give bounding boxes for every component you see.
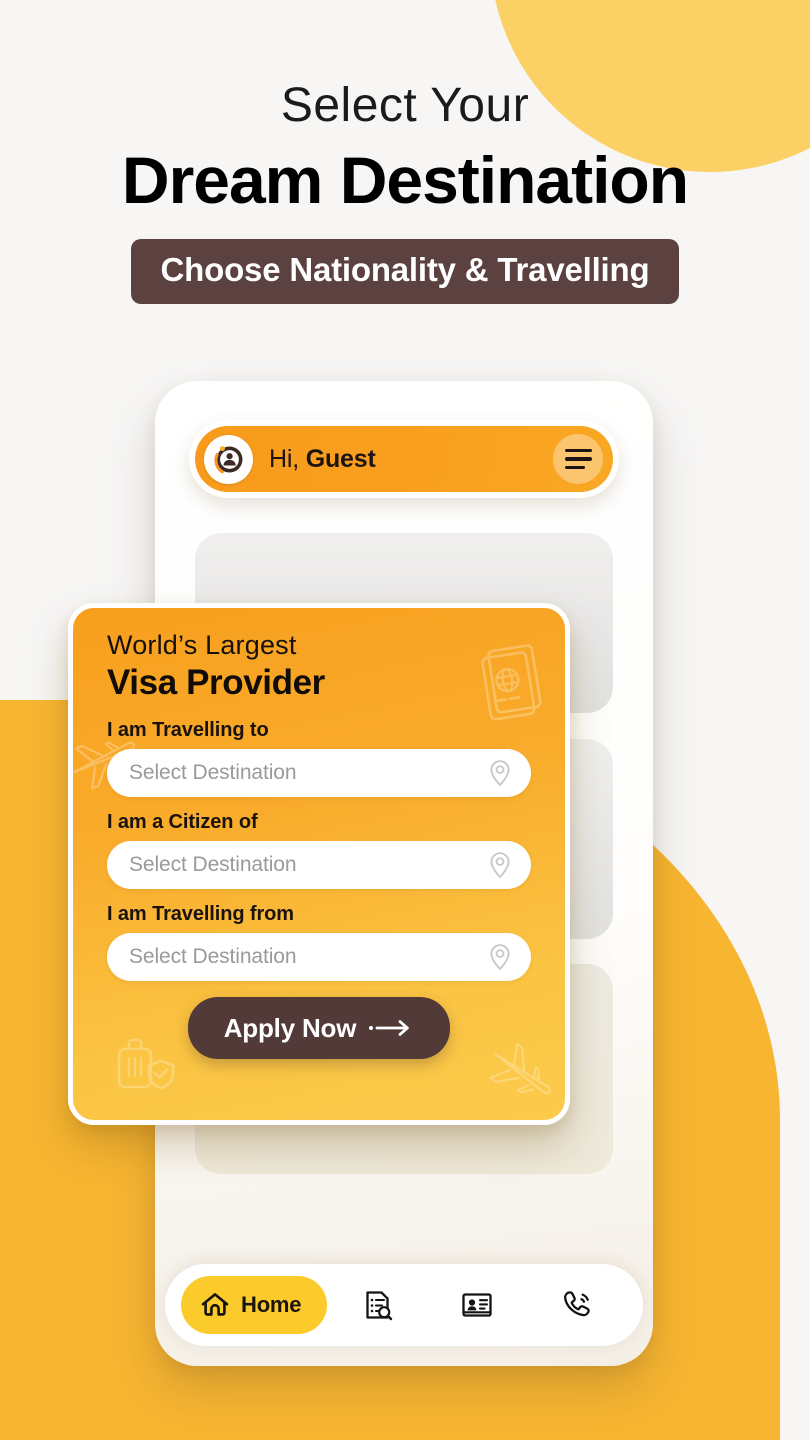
page-title: Dream Destination bbox=[121, 143, 689, 217]
nav-item-home-label: Home bbox=[241, 1292, 302, 1317]
nav-item-home[interactable]: Home bbox=[181, 1276, 328, 1334]
dash-arrow-right-icon bbox=[369, 1020, 410, 1036]
nav-item-applications[interactable] bbox=[327, 1288, 427, 1322]
greeting-text: Hi, Guest bbox=[269, 445, 376, 474]
document-search-icon bbox=[366, 1291, 393, 1321]
visa-form-card: World’s Largest Visa Provider I am Trave… bbox=[68, 603, 570, 1125]
app-header: Hi, Guest bbox=[189, 420, 619, 498]
bottom-navigation-bar: Home bbox=[165, 1264, 643, 1346]
greeting-username: Guest bbox=[305, 444, 376, 473]
input-travelling-to-placeholder: Select Destination bbox=[129, 761, 297, 784]
input-travelling-to[interactable]: Select Destination bbox=[107, 749, 531, 797]
phone-call-icon bbox=[564, 1291, 590, 1317]
nav-item-contact[interactable] bbox=[527, 1288, 627, 1322]
label-citizen-of: I am a Citizen of bbox=[107, 811, 258, 833]
hamburger-menu-icon[interactable] bbox=[553, 434, 603, 484]
label-travelling-from: I am Travelling from bbox=[107, 903, 294, 925]
page-heading-block: Select Your Dream Destination Choose Nat… bbox=[0, 0, 810, 304]
id-card-icon bbox=[462, 1293, 492, 1317]
heading-badge-wrap: Choose Nationality & Travelling bbox=[0, 239, 810, 304]
home-icon bbox=[201, 1293, 229, 1316]
app-header-pill: Hi, Guest bbox=[195, 426, 613, 492]
location-pin-icon bbox=[490, 852, 510, 878]
input-travelling-from-placeholder: Select Destination bbox=[129, 945, 297, 968]
nav-item-profile-card[interactable] bbox=[427, 1288, 527, 1322]
heading-kicker: Select Your bbox=[280, 79, 530, 132]
visa-card-subtitle: World’s Largest bbox=[107, 630, 297, 660]
location-pin-icon bbox=[490, 944, 510, 970]
input-citizen-of-placeholder: Select Destination bbox=[129, 853, 297, 876]
apply-now-label: Apply Now bbox=[223, 1012, 357, 1043]
apply-now-button[interactable]: Apply Now bbox=[187, 997, 451, 1059]
heading-subtitle-badge: Choose Nationality & Travelling bbox=[130, 239, 680, 304]
greeting-prefix: Hi, bbox=[269, 444, 299, 473]
input-travelling-from[interactable]: Select Destination bbox=[107, 933, 531, 981]
user-circle-logo-icon bbox=[204, 434, 253, 484]
visa-card-title: Visa Provider bbox=[107, 663, 325, 702]
input-citizen-of[interactable]: Select Destination bbox=[107, 841, 531, 889]
label-travelling-to: I am Travelling to bbox=[107, 719, 269, 741]
location-pin-icon bbox=[490, 760, 510, 786]
apply-button-wrap: Apply Now bbox=[107, 997, 531, 1059]
